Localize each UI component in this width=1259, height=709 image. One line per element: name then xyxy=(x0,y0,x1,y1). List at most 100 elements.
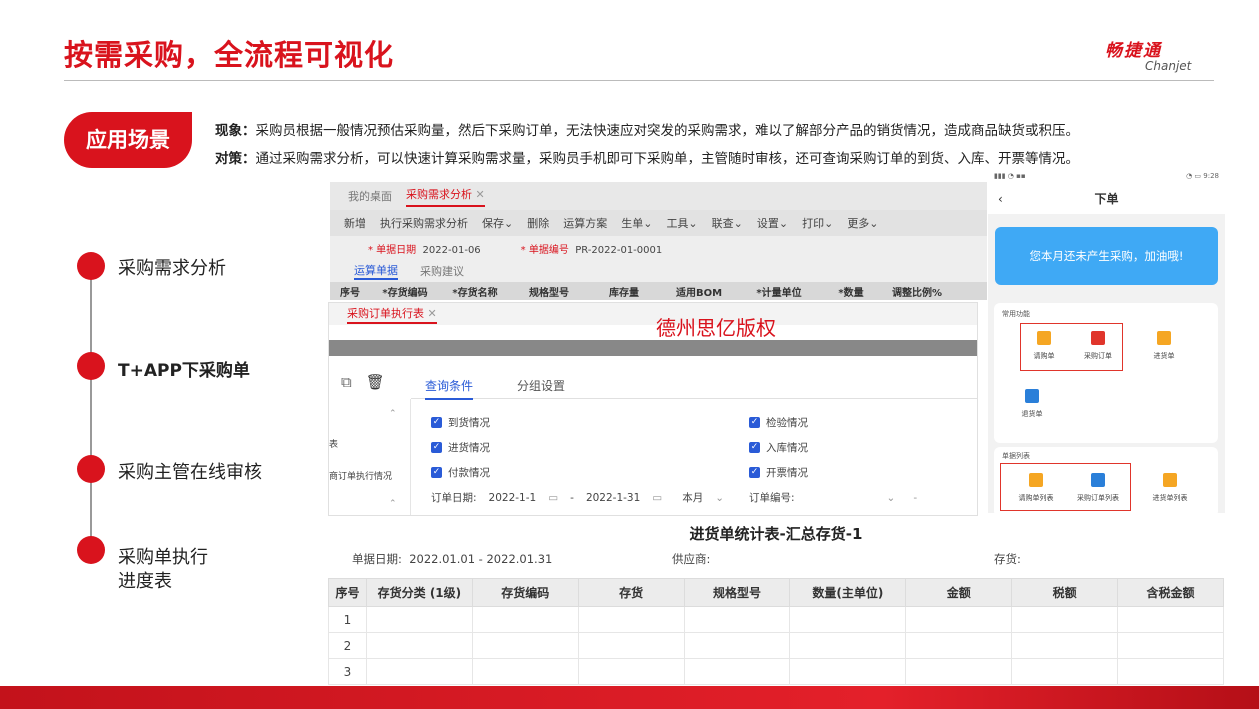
column-header: *计量单位 xyxy=(756,287,802,299)
step-label: 采购需求分析 xyxy=(118,258,226,279)
calendar-icon[interactable]: ▭ xyxy=(548,492,558,504)
phenomenon-text: 采购员根据一般情况预估采购量，然后下采购订单，无法快速应对突发的采购需求，难以了… xyxy=(255,123,1080,139)
close-icon[interactable]: ✕ xyxy=(427,305,437,324)
receipt-list-button[interactable]: 进货单列表 xyxy=(1144,473,1196,503)
chanjet-logo: 畅捷通 Chanjet xyxy=(1105,36,1215,80)
checkbox-purchase[interactable]: ✓ 进货情况 xyxy=(431,440,490,455)
timeline-dot xyxy=(77,352,105,380)
toolbar-button[interactable]: 保存⌄ xyxy=(482,215,513,231)
purchase-order-button[interactable]: 采购订单 xyxy=(1072,331,1124,361)
left-panel-text: 表 xyxy=(329,440,339,450)
timeline-dot xyxy=(77,455,105,483)
section-title: 单据列表 xyxy=(1002,452,1030,460)
step-label: 采购单执行 进度表 xyxy=(118,547,208,592)
collapse-up-icon[interactable]: ⌃ xyxy=(389,499,397,509)
report-date-range: 单据日期: 2022.01.01 - 2022.01.31 xyxy=(352,552,553,566)
table-cell xyxy=(789,606,907,633)
report-title: 进货单统计表-汇总存货-1 xyxy=(689,525,863,543)
return-button[interactable]: 退货单 xyxy=(1006,389,1058,419)
receipt-button[interactable]: 进货单 xyxy=(1138,331,1190,361)
collapse-up-icon[interactable]: ⌃ xyxy=(389,409,397,419)
status-time: ◔ ▭ 9:28 xyxy=(1186,172,1219,180)
slide-title: 按需采购，全流程可视化 xyxy=(64,38,395,72)
check-icon: ✓ xyxy=(749,467,760,478)
checkbox-payment[interactable]: ✓ 付款情况 xyxy=(431,465,490,480)
tab-order-execution[interactable]: 采购订单执行表 ✕ xyxy=(347,305,437,324)
requisition-list-button[interactable]: 请购单列表 xyxy=(1010,473,1062,503)
code-field[interactable]: * 单据编号 PR-2022-01-0001 xyxy=(521,241,663,256)
mobile-banner: 您本月还未产生采购，加油哦! xyxy=(995,227,1218,285)
back-icon[interactable]: ‹ xyxy=(998,184,1003,214)
watermark: 德州思亿版权 xyxy=(656,316,776,340)
report-inventory: 存货: xyxy=(994,552,1021,566)
mobile-app-screen: ▮▮▮ ◔ ▪▪ ◔ ▭ 9:28 ‹ 下单 您本月还未产生采购，加油哦! 常用功… xyxy=(988,168,1225,513)
checkbox-invoice[interactable]: ✓ 开票情况 xyxy=(749,465,808,480)
export-icon[interactable]: ⧉ xyxy=(341,373,352,391)
toolbar-button[interactable]: 新增 xyxy=(344,215,366,231)
requisition-button[interactable]: 请购单 xyxy=(1018,331,1070,361)
toolbar-button[interactable]: 运算方案 xyxy=(563,215,607,231)
table-cell xyxy=(789,658,907,685)
date-field[interactable]: * 单据日期 2022-01-06 xyxy=(368,241,481,256)
tab-purchase-advice[interactable]: 采购建议 xyxy=(420,263,464,279)
table-cell xyxy=(905,606,1013,633)
table-cell xyxy=(365,658,473,685)
report-table: 序号 存货分类 (1级) 存货编码 存货 规格型号 数量(主单位) 金额 税额 含税金额 123 xyxy=(328,578,1224,685)
order-no-row: 订单编号: ⌄ - xyxy=(749,491,918,505)
step-label: T+APP下采购单 xyxy=(118,361,250,381)
table-cell xyxy=(1011,606,1119,633)
table-cell xyxy=(1117,658,1224,685)
purchase-order-list-button[interactable]: 采购订单列表 xyxy=(1072,473,1124,503)
tab-calc-docs[interactable]: 运算单据 xyxy=(354,262,398,280)
strategy-text: 通过采购需求分析，可以快速计算采购需求量，采购员手机即可下采购单，主管随时审核，… xyxy=(255,151,1080,167)
table-cell xyxy=(577,658,685,685)
column-header: 金额 xyxy=(905,578,1013,607)
chevron-down-icon[interactable]: ⌄ xyxy=(715,492,724,504)
table-cell xyxy=(905,658,1013,685)
table-cell xyxy=(577,606,685,633)
toolbar-button[interactable]: 执行采购需求分析 xyxy=(380,215,468,231)
phenomenon-line: 现象：采购员根据一般情况预估采购量，然后下采购订单，无法快速应对突发的采购需求，… xyxy=(215,119,1079,139)
toolbar-button[interactable]: 联查⌄ xyxy=(712,215,743,231)
table-cell xyxy=(365,606,473,633)
table-row: 1 xyxy=(328,606,1224,633)
checkbox-arrival[interactable]: ✓ 到货情况 xyxy=(431,415,490,430)
tab-purchase-demand[interactable]: 采购需求分析 ✕ xyxy=(406,186,485,207)
scene-badge: 应用场景 xyxy=(64,112,192,168)
toolbar-button[interactable]: 生单⌄ xyxy=(621,215,652,231)
tab-query-conditions[interactable]: 查询条件 xyxy=(425,377,474,400)
toolbar-button[interactable]: 工具⌄ xyxy=(666,215,697,231)
purchase-order-list-icon xyxy=(1091,473,1105,487)
trash-icon[interactable]: 🗑 xyxy=(366,373,385,391)
table-cell xyxy=(471,632,579,659)
calendar-icon[interactable]: ▭ xyxy=(652,492,662,504)
period-select[interactable]: 本月 xyxy=(682,490,703,505)
step-label: 采购主管在线审核 xyxy=(118,462,262,483)
column-header: 调整比例% xyxy=(891,287,943,299)
order-date-row: 订单日期: 2022-1-1 ▭ - 2022-1-31 ▭ 本月 ⌄ xyxy=(431,490,725,505)
column-header: 含税金额 xyxy=(1117,578,1224,607)
date-to-input[interactable]: 2022-1-31 xyxy=(586,492,640,504)
checkbox-inspection[interactable]: ✓ 检验情况 xyxy=(749,415,808,430)
icon-bar: ⧉ 🗑 xyxy=(341,373,385,391)
chevron-down-icon[interactable]: ⌄ xyxy=(887,492,896,504)
toolbar: 新增 执行采购需求分析 保存⌄ 删除 运算方案 生单⌄ 工具⌄ 联查⌄ 设置⌄ 打印⌄ 更多⌄ xyxy=(330,210,987,236)
column-header: 数量(主单位) xyxy=(789,578,907,607)
table-cell xyxy=(1117,606,1224,633)
close-icon[interactable]: ✕ xyxy=(476,188,485,201)
tab-home[interactable]: 我的桌面 xyxy=(348,188,392,204)
check-icon: ✓ xyxy=(431,417,442,428)
toolbar-button[interactable]: 删除 xyxy=(527,215,549,231)
left-panel-text[interactable]: 商订单执行情况 xyxy=(329,469,392,482)
column-header: 规格型号 xyxy=(683,578,791,607)
date-from-input[interactable]: 2022-1-1 xyxy=(489,492,537,504)
query-tabs: 查询条件 分组设置 xyxy=(411,373,977,400)
table-cell xyxy=(1011,632,1119,659)
toolbar-button[interactable]: 更多⌄ xyxy=(847,215,878,231)
tab-group-settings[interactable]: 分组设置 xyxy=(517,377,565,394)
toolbar-button[interactable]: 设置⌄ xyxy=(757,215,788,231)
report-supplier: 供应商: xyxy=(672,552,711,566)
checkbox-stockin[interactable]: ✓ 入库情况 xyxy=(749,440,808,455)
toolbar-button[interactable]: 打印⌄ xyxy=(802,215,833,231)
column-header: 税额 xyxy=(1011,578,1119,607)
